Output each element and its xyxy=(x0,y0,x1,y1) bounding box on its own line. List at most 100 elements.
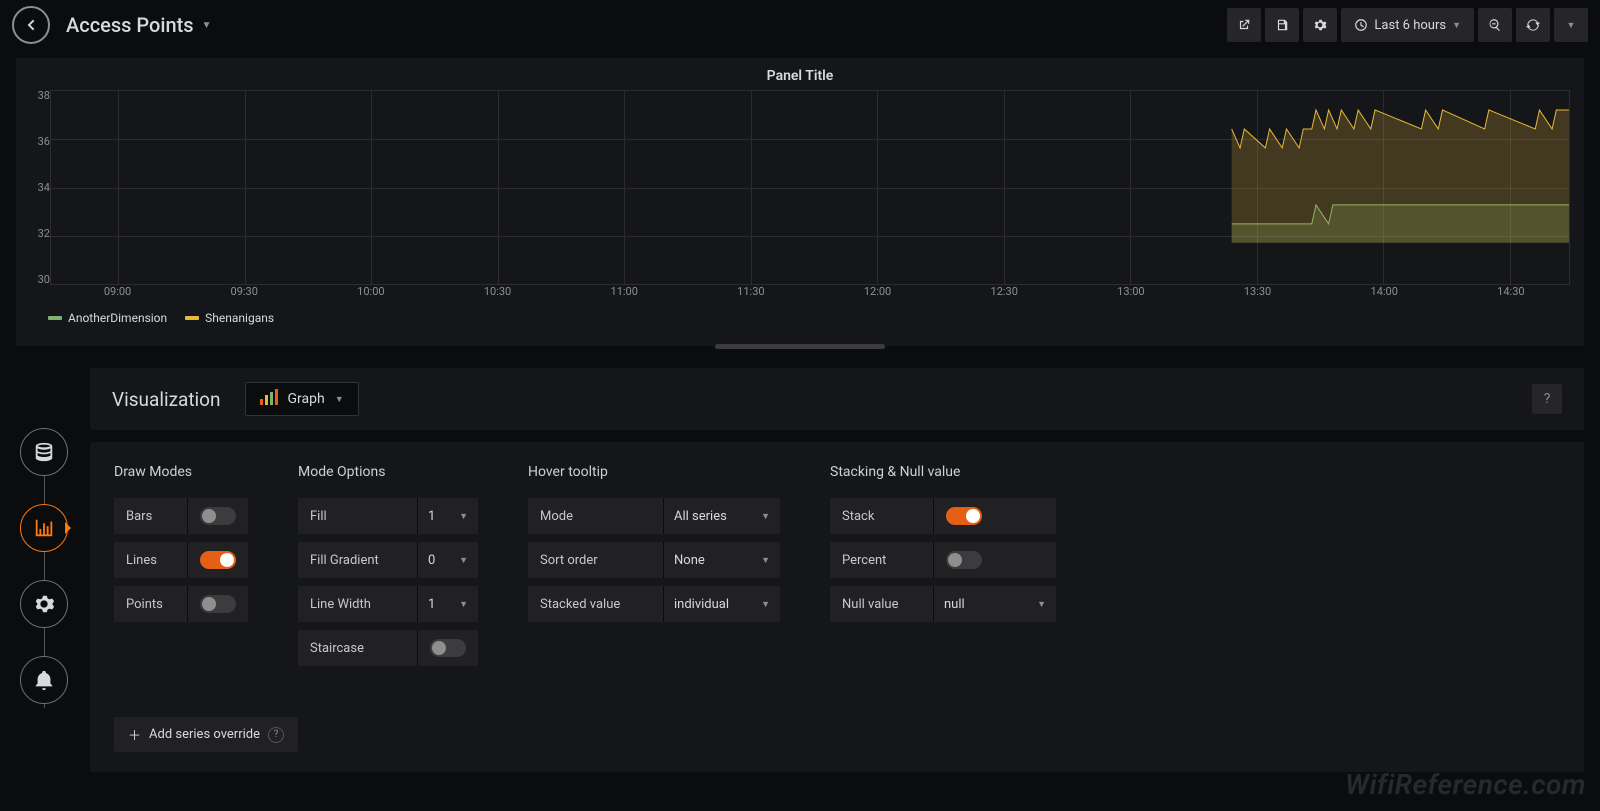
plot-area xyxy=(50,90,1570,285)
arrow-left-icon xyxy=(23,17,39,33)
label: Staircase xyxy=(298,630,418,666)
legend-item[interactable]: Shenanigans xyxy=(185,311,274,325)
row-line-width: Line Width 1▼ xyxy=(298,586,478,622)
resize-handle[interactable] xyxy=(715,344,885,349)
row-staircase: Staircase xyxy=(298,630,478,666)
x-axis: 09:0009:3010:0010:3011:0011:3012:0012:30… xyxy=(50,285,1570,305)
dashboard-caret-icon: ▼ xyxy=(202,20,212,31)
legend-item[interactable]: AnotherDimension xyxy=(48,311,167,325)
series-svg xyxy=(51,91,1569,243)
share-icon xyxy=(1237,18,1251,32)
row-null: Null value null▼ xyxy=(830,586,1056,622)
select-fill[interactable]: 1▼ xyxy=(418,498,478,534)
chevron-down-icon: ▼ xyxy=(1452,20,1461,31)
dashboard-title[interactable]: Access Points ▼ xyxy=(66,13,211,37)
row-mode: Mode All series▼ xyxy=(528,498,780,534)
y-axis: 38 36 34 32 30 xyxy=(30,90,50,285)
toggle-points[interactable] xyxy=(200,595,236,613)
nav-visualization[interactable] xyxy=(20,504,68,552)
save-icon xyxy=(1275,18,1289,32)
visualization-picker[interactable]: Graph ▼ xyxy=(245,382,359,416)
section-hover: Hover tooltip Mode All series▼ Sort orde… xyxy=(528,464,780,752)
toggle-percent[interactable] xyxy=(946,551,982,569)
row-sort: Sort order None▼ xyxy=(528,542,780,578)
row-stacked-value: Stacked value individual▼ xyxy=(528,586,780,622)
select-line-width[interactable]: 1▼ xyxy=(418,586,478,622)
row-fill: Fill 1▼ xyxy=(298,498,478,534)
refresh-icon xyxy=(1526,18,1540,32)
select-null-value[interactable]: null▼ xyxy=(934,586,1056,622)
section-title: Draw Modes xyxy=(114,464,248,480)
topbar: Access Points ▼ Last 6 hours ▼ ▼ xyxy=(0,0,1600,50)
select-stacked-value[interactable]: individual▼ xyxy=(664,586,780,622)
settings-button[interactable] xyxy=(1303,8,1337,42)
row-stack: Stack xyxy=(830,498,1056,534)
select-sort[interactable]: None▼ xyxy=(664,542,780,578)
time-range-label: Last 6 hours xyxy=(1374,18,1446,33)
editor-title: Visualization xyxy=(112,388,221,411)
toggle-lines[interactable] xyxy=(200,551,236,569)
zoom-out-icon xyxy=(1488,18,1502,32)
bell-icon xyxy=(33,669,55,691)
vis-type-label: Graph xyxy=(288,391,325,407)
zoom-out-button[interactable] xyxy=(1478,8,1512,42)
legend-label: AnotherDimension xyxy=(68,311,167,325)
save-button[interactable] xyxy=(1265,8,1299,42)
nav-general[interactable] xyxy=(20,580,68,628)
label: Lines xyxy=(114,542,188,578)
legend: AnotherDimension Shenanigans xyxy=(48,311,1570,325)
label: Sort order xyxy=(528,542,664,578)
label: Stacked value xyxy=(528,586,664,622)
chevron-down-icon: ▼ xyxy=(1567,20,1576,31)
add-series-override-button[interactable]: ＋ Add series override ? xyxy=(114,717,298,752)
label: Percent xyxy=(830,542,934,578)
editor-side-nav xyxy=(18,428,70,732)
editor: Visualization Graph ▼ ? Draw Modes Bars … xyxy=(90,368,1584,799)
watermark: WifiReference.com xyxy=(1345,768,1586,801)
label: Mode xyxy=(528,498,664,534)
plus-icon: ＋ xyxy=(128,725,141,744)
add-override-label: Add series override xyxy=(149,727,260,742)
toggle-staircase[interactable] xyxy=(430,639,466,657)
section-title: Stacking & Null value xyxy=(830,464,1056,480)
label: Fill xyxy=(298,498,418,534)
bar-chart-icon xyxy=(260,389,278,409)
editor-body: Draw Modes Bars Lines Points Mode Option… xyxy=(90,442,1584,772)
back-button[interactable] xyxy=(12,6,50,44)
refresh-interval-button[interactable]: ▼ xyxy=(1554,8,1588,42)
share-button[interactable] xyxy=(1227,8,1261,42)
database-icon xyxy=(33,441,55,463)
label: Stack xyxy=(830,498,934,534)
clock-icon xyxy=(1354,18,1368,32)
section-mode-options: Mode Options Fill 1▼ Fill Gradient 0▼ Li… xyxy=(298,464,478,752)
section-title: Mode Options xyxy=(298,464,478,480)
select-mode[interactable]: All series▼ xyxy=(664,498,780,534)
label: Null value xyxy=(830,586,934,622)
refresh-button[interactable] xyxy=(1516,8,1550,42)
chart[interactable]: 38 36 34 32 30 xyxy=(50,90,1570,285)
help-button[interactable]: ? xyxy=(1532,384,1562,414)
legend-swatch xyxy=(185,316,199,320)
row-fill-gradient: Fill Gradient 0▼ xyxy=(298,542,478,578)
toggle-bars[interactable] xyxy=(200,507,236,525)
time-range-button[interactable]: Last 6 hours ▼ xyxy=(1341,8,1474,42)
section-stacking: Stacking & Null value Stack Percent Null… xyxy=(830,464,1056,752)
label: Points xyxy=(114,586,188,622)
legend-label: Shenanigans xyxy=(205,311,274,325)
toggle-stack[interactable] xyxy=(946,507,982,525)
section-title: Hover tooltip xyxy=(528,464,780,480)
row-points: Points xyxy=(114,586,248,622)
dashboard-title-text: Access Points xyxy=(66,13,194,37)
panel-title: Panel Title xyxy=(30,68,1570,84)
row-lines: Lines xyxy=(114,542,248,578)
legend-swatch xyxy=(48,316,62,320)
cog-icon xyxy=(33,593,55,615)
label: Line Width xyxy=(298,586,418,622)
editor-header: Visualization Graph ▼ ? xyxy=(90,368,1584,430)
row-bars: Bars xyxy=(114,498,248,534)
nav-alert[interactable] xyxy=(20,656,68,704)
nav-queries[interactable] xyxy=(20,428,68,476)
label: Bars xyxy=(114,498,188,534)
select-fill-gradient[interactable]: 0▼ xyxy=(418,542,478,578)
row-percent: Percent xyxy=(830,542,1056,578)
